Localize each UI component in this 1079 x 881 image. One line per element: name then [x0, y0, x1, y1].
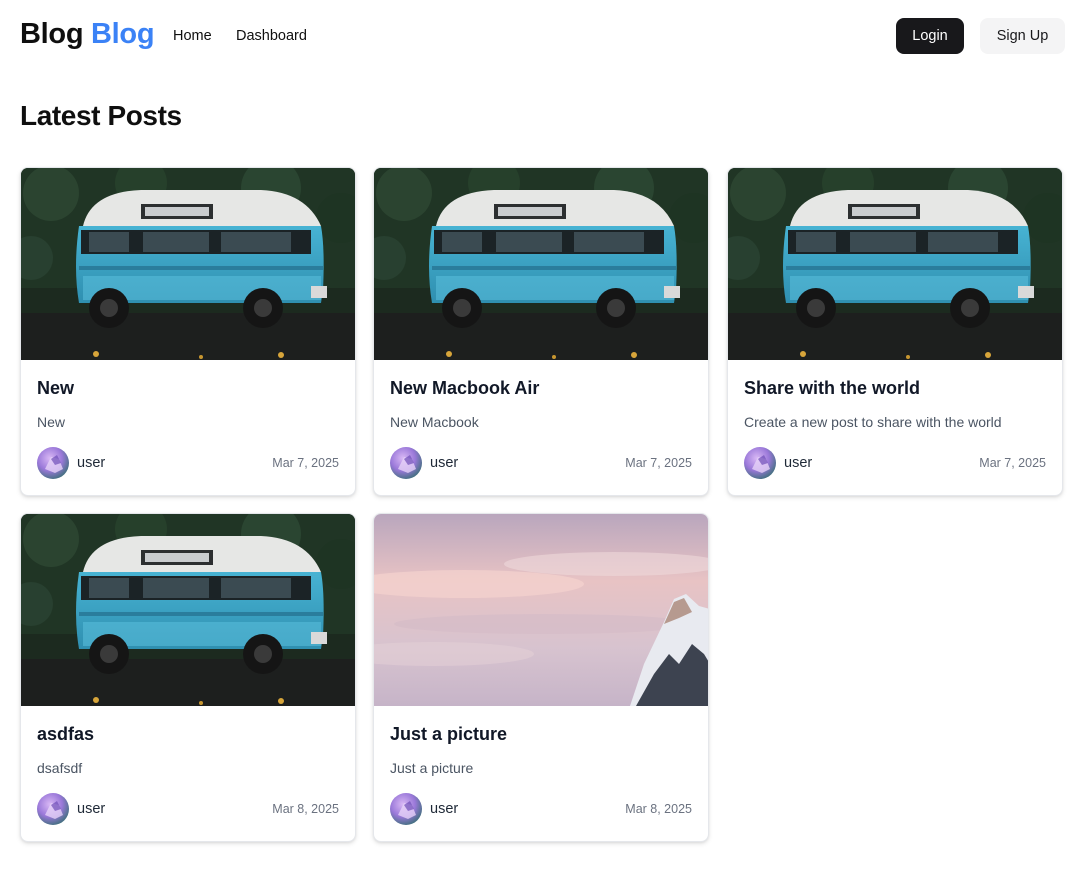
nav-home-link[interactable]: Home — [173, 28, 212, 44]
post-excerpt: Create a new post to share with the worl… — [744, 414, 1002, 430]
post-author: user — [390, 447, 458, 479]
post-date: Mar 7, 2025 — [272, 456, 339, 470]
site-header: Blog Blog Home Dashboard Login Sign Up — [0, 0, 1079, 72]
nav-dashboard-link[interactable]: Dashboard — [236, 28, 307, 44]
post-author: user — [744, 447, 812, 479]
post-excerpt: Just a picture — [390, 760, 474, 776]
brand-logo[interactable]: Blog Blog — [20, 18, 155, 51]
post-image — [374, 168, 709, 360]
brand-text: Blog — [20, 18, 84, 50]
post-author: user — [37, 447, 105, 479]
author-name: user — [77, 455, 106, 471]
post-title: New — [37, 378, 75, 398]
avatar — [37, 793, 69, 825]
post-card[interactable]: New New user Mar 7, 2025 — [20, 167, 356, 496]
author-name: user — [430, 801, 459, 817]
post-title: asdfas — [37, 724, 95, 744]
post-card[interactable]: Just a picture Just a picture user Mar 8… — [373, 513, 709, 842]
brand-text-accent: Blog — [91, 18, 155, 50]
avatar — [744, 447, 776, 479]
post-author: user — [37, 793, 105, 825]
post-excerpt: New — [37, 414, 66, 430]
post-excerpt: New Macbook — [390, 414, 479, 430]
post-date: Mar 7, 2025 — [979, 456, 1046, 470]
post-excerpt: dsafsdf — [37, 760, 83, 776]
post-title: New Macbook Air — [390, 378, 540, 398]
avatar — [390, 793, 422, 825]
post-card[interactable]: asdfas dsafsdf user Mar 8, 2025 — [20, 513, 356, 842]
post-card[interactable]: New Macbook Air New Macbook user Mar 7, … — [373, 167, 709, 496]
post-title: Just a picture — [390, 724, 508, 744]
post-date: Mar 8, 2025 — [625, 802, 692, 816]
post-card[interactable]: Share with the world Create a new post t… — [727, 167, 1063, 496]
avatar — [37, 447, 69, 479]
post-author: user — [390, 793, 458, 825]
post-image — [21, 168, 356, 360]
post-image — [374, 514, 709, 706]
author-name: user — [430, 455, 459, 471]
author-name: user — [784, 455, 813, 471]
login-button[interactable]: Login — [896, 18, 964, 54]
post-image — [728, 168, 1063, 360]
post-date: Mar 7, 2025 — [625, 456, 692, 470]
post-title: Share with the world — [744, 378, 921, 398]
signup-button[interactable]: Sign Up — [980, 18, 1065, 54]
author-name: user — [77, 801, 106, 817]
post-date: Mar 8, 2025 — [272, 802, 339, 816]
avatar — [390, 447, 422, 479]
page-title: Latest Posts — [20, 100, 182, 131]
post-image — [21, 514, 356, 706]
